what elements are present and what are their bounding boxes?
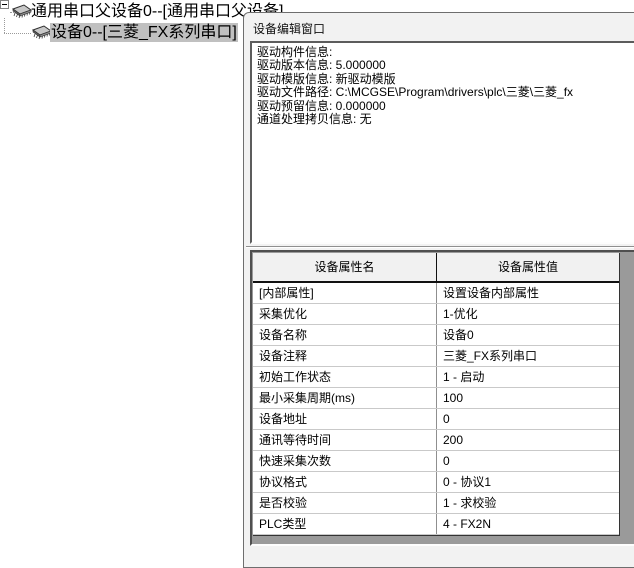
property-row[interactable]: [内部属性] 设置设备内部属性	[253, 283, 619, 304]
property-value-cell[interactable]: 200	[437, 430, 619, 450]
property-value-cell[interactable]: 4 - FX2N	[437, 514, 619, 534]
property-name-cell[interactable]: PLC类型	[253, 514, 437, 534]
property-value-cell[interactable]: 0 - 协议1	[437, 472, 619, 492]
property-name-cell[interactable]: 通讯等待时间	[253, 430, 437, 450]
driver-info-line: 驱动文件路径: C:\MCGSE\Program\drivers\plc\三菱\…	[257, 86, 634, 99]
property-value-cell[interactable]: 100	[437, 388, 619, 408]
column-header-property-value: 设备属性值	[437, 253, 619, 281]
properties-grid: 设备属性名 设备属性值 [内部属性] 设置设备内部属性 采集优化 1-优化 设备…	[253, 253, 620, 536]
driver-info-line: 通道处理拷贝信息: 无	[257, 113, 634, 126]
device-edit-dialog: 设备编辑窗口 驱动构件信息: 驱动版本信息: 5.000000 驱动模版信息: …	[243, 12, 634, 568]
property-name-cell[interactable]: 设备地址	[253, 409, 437, 429]
property-row[interactable]: 设备地址 0	[253, 409, 619, 430]
property-name-cell[interactable]: 设备注释	[253, 346, 437, 366]
properties-grid-container: 设备属性名 设备属性值 [内部属性] 设置设备内部属性 采集优化 1-优化 设备…	[250, 250, 634, 546]
property-name-cell[interactable]: 是否校验	[253, 493, 437, 513]
property-name-cell[interactable]: [内部属性]	[253, 283, 437, 303]
property-row[interactable]: 设备名称 设备0	[253, 325, 619, 346]
property-value-cell[interactable]: 1 - 求校验	[437, 493, 619, 513]
property-value-cell[interactable]: 设备0	[437, 325, 619, 345]
property-name-cell[interactable]: 最小采集周期(ms)	[253, 388, 437, 408]
chip-icon	[11, 4, 33, 20]
property-row[interactable]: PLC类型 4 - FX2N	[253, 514, 619, 535]
property-row[interactable]: 协议格式 0 - 协议1	[253, 472, 619, 493]
grid-header-row: 设备属性名 设备属性值	[253, 253, 619, 283]
tree-item-device0-selected[interactable]: 设备0--[三菱_FX系列串口]	[50, 23, 238, 42]
property-name-cell[interactable]: 协议格式	[253, 472, 437, 492]
property-name-cell[interactable]: 采集优化	[253, 304, 437, 324]
property-name-cell[interactable]: 快速采集次数	[253, 451, 437, 471]
tree-connector	[4, 18, 5, 33]
minus-box-icon[interactable]	[0, 0, 9, 9]
property-value-cell[interactable]: 1 - 启动	[437, 367, 619, 387]
column-header-property-name: 设备属性名	[253, 253, 437, 281]
driver-info-line: 驱动版本信息: 5.000000	[257, 59, 634, 72]
property-value-cell[interactable]: 三菱_FX系列串口	[437, 346, 619, 366]
property-row[interactable]: 初始工作状态 1 - 启动	[253, 367, 619, 388]
property-row[interactable]: 设备注释 三菱_FX系列串口	[253, 346, 619, 367]
dialog-titlebar[interactable]: 设备编辑窗口	[244, 13, 634, 40]
property-row[interactable]: 最小采集周期(ms) 100	[253, 388, 619, 409]
property-value-cell[interactable]: 设置设备内部属性	[437, 283, 619, 303]
property-name-cell[interactable]: 设备名称	[253, 325, 437, 345]
property-row[interactable]: 通讯等待时间 200	[253, 430, 619, 451]
property-row[interactable]: 采集优化 1-优化	[253, 304, 619, 325]
dialog-title: 设备编辑窗口	[253, 20, 325, 37]
property-value-cell[interactable]: 0	[437, 409, 619, 429]
property-row[interactable]: 是否校验 1 - 求校验	[253, 493, 619, 514]
tree-connector	[4, 33, 31, 34]
property-name-cell[interactable]: 初始工作状态	[253, 367, 437, 387]
property-row[interactable]: 快速采集次数 0	[253, 451, 619, 472]
divider	[246, 246, 634, 248]
driver-info-box[interactable]: 驱动构件信息: 驱动版本信息: 5.000000 驱动模版信息: 新驱动模版 驱…	[250, 41, 634, 244]
property-value-cell[interactable]: 0	[437, 451, 619, 471]
property-value-cell[interactable]: 1-优化	[437, 304, 619, 324]
